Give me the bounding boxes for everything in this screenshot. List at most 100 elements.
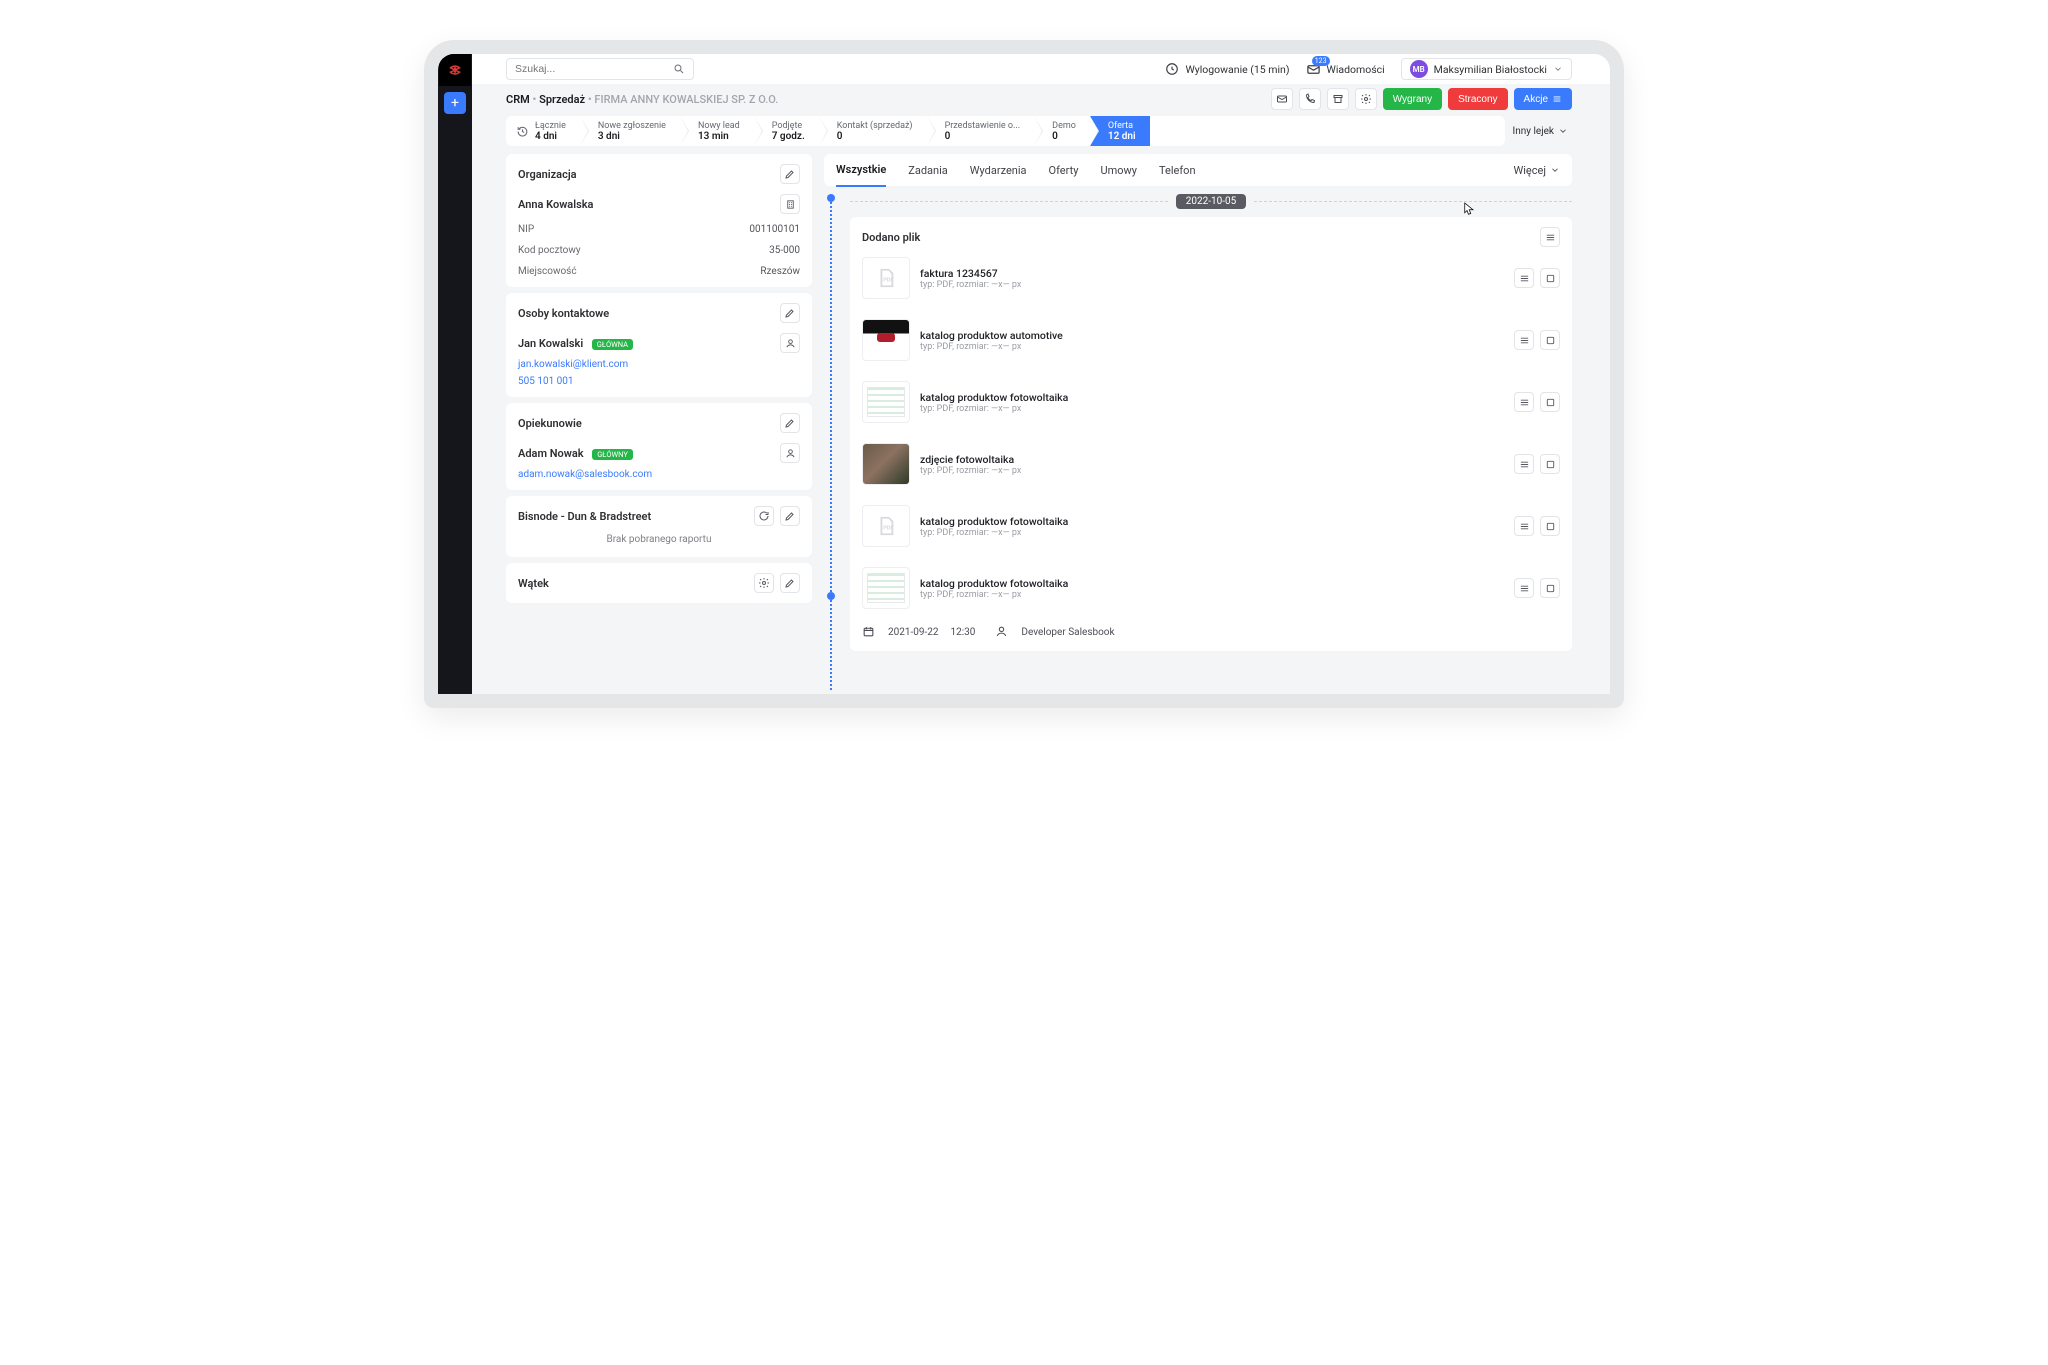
timeline-rail xyxy=(824,194,838,690)
file-menu-button[interactable] xyxy=(1514,454,1534,474)
file-checkbox[interactable] xyxy=(1540,392,1560,412)
history-icon xyxy=(516,125,529,138)
messages[interactable]: 123 Wiadomości xyxy=(1306,62,1385,77)
file-name[interactable]: katalog produktow fotowoltaika xyxy=(920,515,1068,528)
action-mail-button[interactable] xyxy=(1271,88,1293,110)
lose-button[interactable]: Stracony xyxy=(1448,88,1507,110)
tab-phone[interactable]: Telefon xyxy=(1159,155,1196,186)
stage-total[interactable]: Łącznie 4 dni xyxy=(506,116,580,146)
user-avatar: MB xyxy=(1410,60,1428,78)
stage-item[interactable]: Nowy lead 13 min xyxy=(680,116,754,146)
file-name[interactable]: zdjęcie fotowoltaika xyxy=(920,453,1021,466)
pdf-icon[interactable]: PDF xyxy=(862,505,910,547)
file-checkbox[interactable] xyxy=(1540,330,1560,350)
file-checkbox[interactable] xyxy=(1540,578,1560,598)
file-name[interactable]: katalog produktow fotowoltaika xyxy=(920,577,1068,590)
file-menu-button[interactable] xyxy=(1514,392,1534,412)
crumb-section[interactable]: Sprzedaż xyxy=(539,93,585,106)
edit-bisnode-button[interactable] xyxy=(780,506,800,526)
header-actions: Wygrany Stracony Akcje xyxy=(1271,88,1572,110)
thread-title: Wątek xyxy=(518,577,549,590)
app-screen: + Wylogowanie (15 min) xyxy=(438,54,1610,694)
feed-footer-date: 2021-09-22 xyxy=(888,627,939,638)
bisnode-card: Bisnode - Dun & Bradstreet Brak pobrane xyxy=(506,496,812,557)
org-field-row: NIP 001100101 xyxy=(518,214,800,235)
search-box[interactable] xyxy=(506,58,694,80)
file-checkbox[interactable] xyxy=(1540,268,1560,288)
file-menu-button[interactable] xyxy=(1514,268,1534,288)
feed-card-title: Dodano plik xyxy=(862,231,920,244)
file-meta-text: typ: PDF, rozmiar: —x— px xyxy=(920,342,1063,352)
user-menu[interactable]: MB Maksymilian Białostocki xyxy=(1401,58,1572,80)
owner-person-row: Adam Nowak GŁÓWNY xyxy=(518,433,800,463)
file-menu-button[interactable] xyxy=(1514,330,1534,350)
file-name[interactable]: katalog produktow fotowoltaika xyxy=(920,391,1068,404)
file-row: katalog produktow fotowoltaikatyp: PDF, … xyxy=(862,371,1560,433)
thread-card: Wątek xyxy=(506,563,812,603)
edit-contacts-button[interactable] xyxy=(780,303,800,323)
file-checkbox[interactable] xyxy=(1540,454,1560,474)
chevron-down-icon xyxy=(1550,165,1560,175)
file-menu-button[interactable] xyxy=(1514,516,1534,536)
tab-contracts[interactable]: Umowy xyxy=(1100,155,1137,186)
chevron-down-icon xyxy=(1553,64,1563,74)
svg-text:PDF: PDF xyxy=(883,526,893,532)
edit-organization-button[interactable] xyxy=(780,164,800,184)
edit-owners-button[interactable] xyxy=(780,413,800,433)
crumb-root[interactable]: CRM xyxy=(506,93,530,106)
logout-timer[interactable]: Wylogowanie (15 min) xyxy=(1165,62,1289,76)
thumbnail[interactable] xyxy=(862,443,910,485)
user-name: Maksymilian Białostocki xyxy=(1434,63,1547,76)
search-icon xyxy=(673,63,685,75)
thread-settings-button[interactable] xyxy=(754,573,774,593)
action-archive-button[interactable] xyxy=(1327,88,1349,110)
timeline-dot xyxy=(827,194,835,202)
header-row: CRM • Sprzedaż • FIRMA ANNY KOWALSKIEJ S… xyxy=(472,84,1610,110)
tab-all[interactable]: Wszystkie xyxy=(836,154,886,187)
thumbnail[interactable] xyxy=(862,381,910,423)
primary-badge: GŁÓWNA xyxy=(592,339,633,350)
file-checkbox[interactable] xyxy=(1540,516,1560,536)
contact-email[interactable]: jan.kowalski@klient.com xyxy=(518,353,800,370)
owner-email[interactable]: adam.nowak@salesbook.com xyxy=(518,463,800,480)
win-button[interactable]: Wygrany xyxy=(1383,88,1442,110)
add-button[interactable]: + xyxy=(444,92,466,114)
file-row: katalog produktow automotivetyp: PDF, ro… xyxy=(862,309,1560,371)
action-settings-button[interactable] xyxy=(1355,88,1377,110)
file-name[interactable]: faktura 1234567 xyxy=(920,267,1021,280)
pdf-icon[interactable]: PDF xyxy=(862,257,910,299)
thumbnail[interactable] xyxy=(862,567,910,609)
actions-menu-button[interactable]: Akcje xyxy=(1514,88,1572,110)
tab-offers[interactable]: Oferty xyxy=(1049,155,1079,186)
left-column: Organizacja Anna Kowalska xyxy=(506,154,812,690)
person-icon[interactable] xyxy=(780,333,800,353)
app-logo[interactable] xyxy=(439,54,471,86)
refresh-bisnode-button[interactable] xyxy=(754,506,774,526)
stage-item[interactable]: Podjęte 7 godz. xyxy=(754,116,819,146)
stage-item[interactable]: Kontakt (sprzedaż) 0 xyxy=(819,116,927,146)
search-input[interactable] xyxy=(515,63,673,75)
thumbnail[interactable] xyxy=(862,319,910,361)
feed-card-menu[interactable] xyxy=(1540,227,1560,247)
edit-thread-button[interactable] xyxy=(780,573,800,593)
stage-item[interactable]: Nowe zgłoszenie 3 dni xyxy=(580,116,680,146)
building-icon[interactable] xyxy=(780,194,800,214)
file-row: zdjęcie fotowoltaikatyp: PDF, rozmiar: —… xyxy=(862,433,1560,495)
file-menu-button[interactable] xyxy=(1514,578,1534,598)
pipeline-switch[interactable]: Inny lejek xyxy=(1513,126,1572,137)
person-icon[interactable] xyxy=(780,443,800,463)
timeline-dot xyxy=(827,592,835,600)
stage-item[interactable]: Przedstawienie o... 0 xyxy=(927,116,1035,146)
action-call-button[interactable] xyxy=(1299,88,1321,110)
file-name[interactable]: katalog produktow automotive xyxy=(920,329,1063,342)
tab-events[interactable]: Wydarzenia xyxy=(970,155,1027,186)
file-row: katalog produktow fotowoltaikatyp: PDF, … xyxy=(862,557,1560,619)
contact-phone[interactable]: 505 101 001 xyxy=(518,370,800,387)
owners-card: Opiekunowie Adam Nowak GŁÓWNY xyxy=(506,403,812,490)
messages-count: 123 xyxy=(1312,56,1330,66)
timeline: 2022-10-05 Dodano plik PDFfaktura 123456… xyxy=(824,194,1572,690)
pipeline: Łącznie 4 dni Nowe zgłoszenie 3 dni Nowy… xyxy=(472,110,1610,146)
tabs-more[interactable]: Więcej xyxy=(1514,164,1561,177)
tab-tasks[interactable]: Zadania xyxy=(908,155,948,186)
person-icon xyxy=(995,625,1009,639)
